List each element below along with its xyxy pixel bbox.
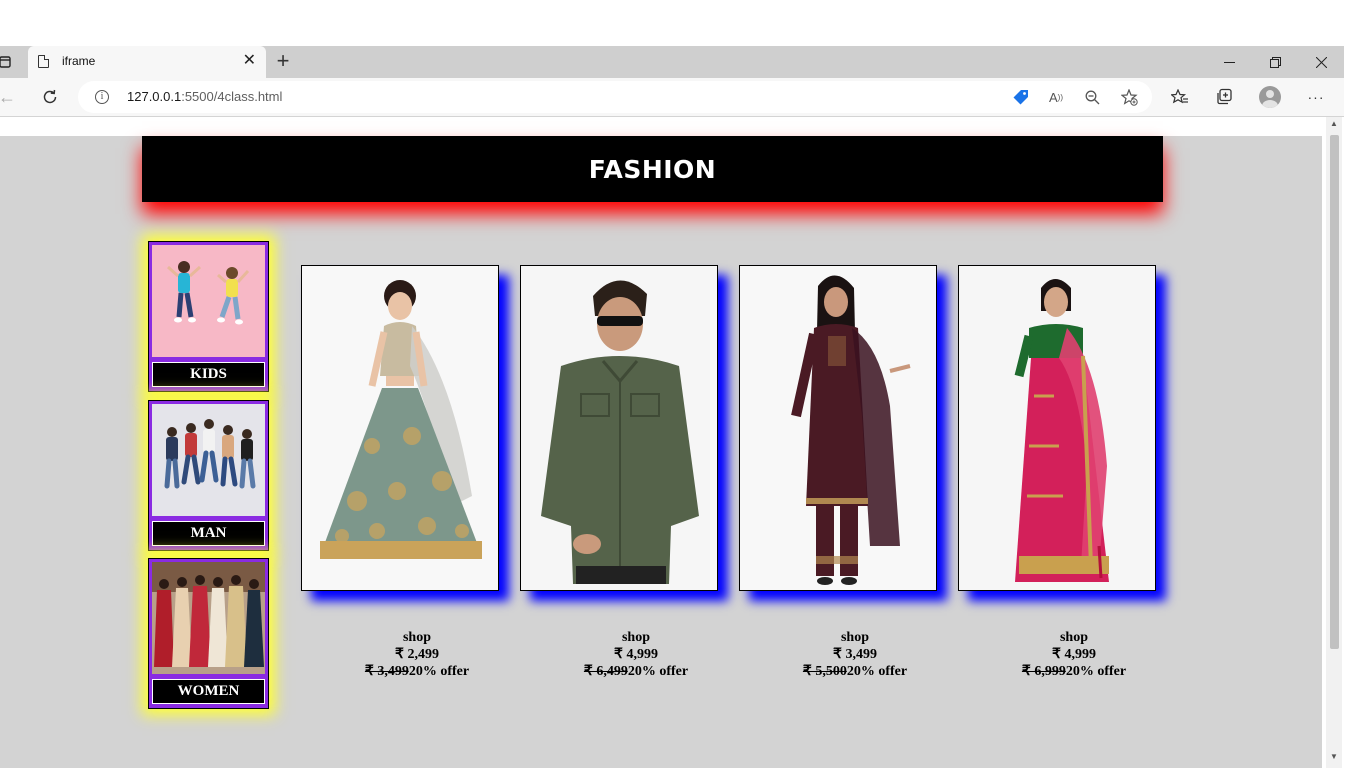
price: ₹ 4,999 — [1052, 647, 1096, 662]
product-info-lehenga: shop ₹ 2,499 ₹ 3,49920% offer — [302, 629, 532, 680]
saree-image — [959, 266, 1155, 590]
price: ₹ 3,499 — [833, 647, 877, 662]
old-price: ₹ 3,499 — [364, 664, 409, 679]
more-icon[interactable]: ··· — [1303, 84, 1329, 110]
offer-text: 20% offer — [846, 664, 908, 679]
offer-text: 20% offer — [627, 664, 689, 679]
price: ₹ 2,499 — [395, 647, 439, 662]
back-icon[interactable]: ← — [0, 84, 20, 110]
shirt-image — [521, 266, 717, 590]
old-price: ₹ 5,500 — [802, 664, 847, 679]
shop-link[interactable]: shop — [521, 629, 751, 646]
vertical-scrollbar[interactable]: ▲ ▼ — [1326, 117, 1342, 768]
new-tab-button[interactable]: + — [272, 48, 294, 74]
category-man[interactable]: MAN — [148, 400, 269, 551]
offer-text: 20% offer — [408, 664, 470, 679]
old-price: ₹ 6,499 — [583, 664, 628, 679]
old-price: ₹ 6,999 — [1021, 664, 1066, 679]
url-text[interactable]: 127.0.0.1:5500/4class.html — [127, 89, 282, 104]
url-path: :5500/4class.html — [181, 89, 283, 104]
tab-strip: iframe ✕ + — [0, 46, 1344, 78]
favorites-icon[interactable] — [1167, 84, 1193, 110]
tab-actions-icon[interactable] — [0, 46, 12, 78]
browser-tab[interactable]: iframe ✕ — [28, 46, 266, 78]
product-card-lehenga[interactable] — [301, 265, 499, 591]
zoom-out-icon[interactable] — [1082, 87, 1102, 107]
coupon-tag-icon[interactable] — [1011, 87, 1031, 107]
category-label: MAN — [152, 521, 265, 546]
page-header: FASHION — [142, 136, 1163, 202]
profile-avatar-icon[interactable] — [1259, 86, 1281, 108]
read-aloud-icon[interactable]: A)) — [1046, 87, 1066, 107]
category-label: KIDS — [152, 362, 265, 387]
man-image — [152, 404, 265, 516]
reload-icon[interactable] — [37, 84, 63, 110]
window-close-icon[interactable] — [1298, 46, 1344, 78]
product-info-shirt: shop ₹ 4,999 ₹ 6,49920% offer — [521, 629, 751, 680]
lehenga-image — [302, 266, 498, 590]
women-image — [152, 562, 265, 674]
shop-link[interactable]: shop — [302, 629, 532, 646]
price: ₹ 4,999 — [614, 647, 658, 662]
close-icon[interactable]: ✕ — [243, 52, 256, 70]
address-bar[interactable]: i 127.0.0.1:5500/4class.html A)) — [78, 81, 1152, 113]
product-info-saree: shop ₹ 4,999 ₹ 6,99920% offer — [959, 629, 1189, 680]
url-host: 127.0.0.1 — [127, 89, 182, 104]
page-title: FASHION — [588, 154, 717, 184]
scrollbar-thumb[interactable] — [1330, 135, 1339, 649]
kurta-image — [740, 266, 936, 590]
tab-title: iframe — [62, 54, 96, 68]
product-card-shirt[interactable] — [520, 265, 718, 591]
page-viewport: FASHION KIDS MAN WOMEN shop ₹ 2,499 ₹ 3,… — [0, 117, 1344, 768]
category-label: WOMEN — [152, 679, 265, 704]
offer-text: 20% offer — [1065, 664, 1127, 679]
add-favorite-icon[interactable] — [1119, 87, 1139, 107]
restore-icon[interactable] — [1252, 46, 1298, 78]
collections-icon[interactable] — [1211, 84, 1237, 110]
product-card-kurta[interactable] — [739, 265, 937, 591]
category-kids[interactable]: KIDS — [148, 241, 269, 392]
shop-link[interactable]: shop — [740, 629, 970, 646]
shop-link[interactable]: shop — [959, 629, 1189, 646]
minimize-icon[interactable] — [1206, 46, 1252, 78]
page-icon — [38, 55, 49, 68]
scroll-up-icon[interactable]: ▲ — [1329, 119, 1339, 128]
scroll-down-icon[interactable]: ▼ — [1329, 752, 1339, 761]
page-body: FASHION KIDS MAN WOMEN shop ₹ 2,499 ₹ 3,… — [0, 136, 1322, 768]
info-icon[interactable]: i — [95, 90, 109, 104]
category-women[interactable]: WOMEN — [148, 558, 269, 709]
browser-toolbar: ← i 127.0.0.1:5500/4class.html A)) ··· — [0, 78, 1344, 117]
product-card-saree[interactable] — [958, 265, 1156, 591]
product-info-kurta: shop ₹ 3,499 ₹ 5,50020% offer — [740, 629, 970, 680]
kids-image — [152, 245, 265, 357]
